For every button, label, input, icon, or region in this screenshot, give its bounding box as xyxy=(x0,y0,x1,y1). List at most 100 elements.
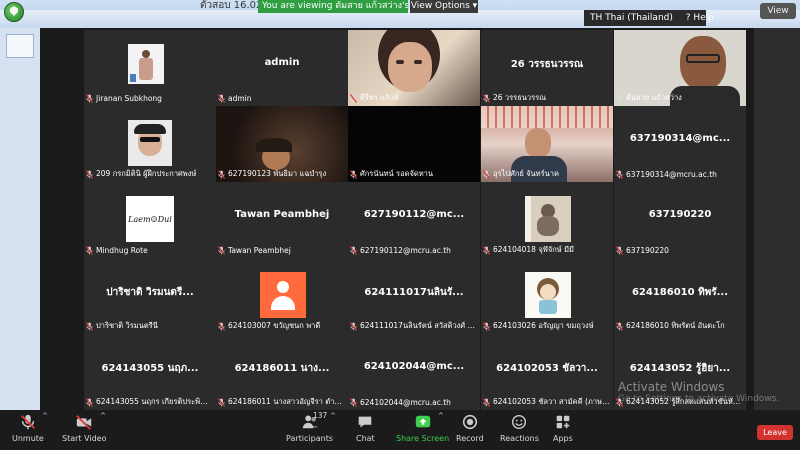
participant-name: 627190112@mcru.ac.th xyxy=(360,245,451,255)
participant-name-label: 209 กรกมิตินิ ผู้ฝึกประกาศพงษ์ xyxy=(86,168,196,180)
participant-tile[interactable]: 26 วรรธนวรรณ 26 วรรธนวรรณ xyxy=(481,30,613,106)
participant-tile[interactable]: 624143055 นฤภ... 624143055 นฤกร เกียรติปร… xyxy=(84,334,216,410)
mic-muted-icon xyxy=(218,397,225,407)
participant-name: ศิริพร แก้วห์ xyxy=(360,93,399,102)
mic-muted-icon xyxy=(350,169,357,179)
mic-muted-icon xyxy=(350,93,357,103)
view-button[interactable]: View xyxy=(760,3,796,19)
participant-name: ศักรนันทน์ รอดจัดทาน xyxy=(360,169,433,178)
reactions-button[interactable]: Reactions xyxy=(500,413,539,449)
mic-muted-icon xyxy=(86,169,93,179)
view-options-button[interactable]: View Options ▾ xyxy=(410,0,478,13)
activate-windows-subtitle: Go to Settings to activate Windows. xyxy=(618,394,780,404)
participant-name-label: 637190314@mcru.ac.th xyxy=(616,168,717,180)
chat-button[interactable]: Chat xyxy=(356,413,375,449)
participant-tile[interactable]: 627190112@mc... 627190112@mcru.ac.th xyxy=(348,182,480,258)
mic-muted-icon xyxy=(218,93,225,103)
mic-muted-icon xyxy=(218,245,225,255)
record-button[interactable]: Record xyxy=(456,413,484,449)
participant-tile[interactable]: Tawan Peambhej Tawan Peambhej xyxy=(216,182,348,258)
mic-muted-icon xyxy=(218,321,225,331)
share-options-caret-icon[interactable]: ^ xyxy=(438,412,444,420)
zoom-meeting-window: ตัวสอบ 16.02.64 - Mic You are viewing ดั… xyxy=(0,0,800,450)
participant-tile[interactable]: 624186011 นาง... 624186011 นางสาวอัญจีรา … xyxy=(216,334,348,410)
gallery-view: Jiranan Subkhong admin admin ศิริพร แก้วห์ 2… xyxy=(80,28,748,410)
participant-name-label: ปาริชาติ วิรมนตรีนี xyxy=(86,320,158,332)
mic-muted-icon xyxy=(483,397,490,407)
participant-tile[interactable]: 624111017นลินรั... 624111017นลินรัตน์ สวั… xyxy=(348,258,480,334)
participant-tile[interactable]: Jiranan Subkhong xyxy=(84,30,216,106)
language-bar[interactable]: TH Thai (Thailand) ? Help xyxy=(584,10,714,26)
help-label: Help xyxy=(693,13,714,23)
participant-tile[interactable]: 627190123 พันธิมา แฉบำรุง xyxy=(216,106,348,182)
apps-icon xyxy=(556,415,570,429)
participant-name-label: ศิริพร แก้วห์ xyxy=(350,92,399,104)
participant-tile[interactable]: อุรไปศักย์ จันทร์นาค xyxy=(481,106,613,182)
mic-muted-icon xyxy=(350,397,357,407)
participant-name: 624111017นลินรัตน์ สวัสดิวงศ์ ติดปะ xyxy=(360,321,478,330)
participant-tile[interactable]: 637190314@mc... 637190314@mcru.ac.th xyxy=(614,106,746,182)
help-icon: ? xyxy=(685,13,691,23)
participant-name: 624143055 นฤกร เกียรติประพิณ ค... xyxy=(96,397,214,406)
start-video-label: Start Video xyxy=(62,434,107,443)
video-off-icon xyxy=(76,415,92,430)
participant-display-name: 26 วรรธนวรรณ xyxy=(510,59,584,70)
mic-icon xyxy=(616,94,623,102)
participant-tile[interactable]: 624103026 อรัญญา ขมฤวงษ์ xyxy=(481,258,613,334)
mic-muted-icon xyxy=(350,245,357,255)
participant-tile[interactable]: 209 กรกมิตินิ ผู้ฝึกประกาศพงษ์ xyxy=(84,106,216,182)
participant-display-name: Tawan Peambhej xyxy=(234,209,330,220)
participant-name: Jiranan Subkhong xyxy=(96,93,162,103)
mic-muted-icon xyxy=(616,321,623,331)
reactions-icon xyxy=(512,414,527,430)
participant-display-name: 624186010 ทิพรั... xyxy=(631,287,729,298)
participant-name: 624186011 นางสาวอัญจีรา ตำหนัก xyxy=(228,397,346,406)
participant-tile[interactable]: ศิริพร แก้วห์ xyxy=(348,30,480,106)
participant-display-name: admin xyxy=(264,57,300,68)
participant-name-label: อุรไปศักย์ จันทร์นาค xyxy=(483,168,559,180)
participant-name-label: 624103026 อรัญญา ขมฤวงษ์ xyxy=(483,320,594,332)
mic-muted-icon xyxy=(86,245,93,255)
chat-icon xyxy=(359,416,372,428)
participant-name-label: Mindhug Rote xyxy=(86,244,148,256)
participant-tile[interactable]: 624102044@mc... 624102044@mcru.ac.th xyxy=(348,334,480,410)
participant-name: 627190123 พันธิมา แฉบำรุง xyxy=(228,169,327,178)
participant-display-name: 637190314@mc... xyxy=(629,133,731,144)
participant-name: 624103026 อรัญญา ขมฤวงษ์ xyxy=(493,321,594,330)
participant-tile[interactable]: 637190220 637190220 xyxy=(614,182,746,258)
participant-name-label: 26 วรรธนวรรณ xyxy=(483,92,546,104)
participant-tile[interactable]: Laem☺Dui Mindhug Rote xyxy=(84,182,216,258)
participant-tile[interactable]: ต้นสาย แก้วสว่าง xyxy=(614,30,746,106)
reactions-label: Reactions xyxy=(500,434,539,443)
participant-tile[interactable]: ศักรนันทน์ รอดจัดทาน xyxy=(348,106,480,182)
participant-name-label: 624102053 ชัลวา สามัคคี (ภาษาอังกฤษ) xyxy=(483,396,611,408)
participant-tile[interactable]: ปาริชาติ วิรมนตรี... ปาริชาติ วิรมนตรีนี xyxy=(84,258,216,334)
participant-display-name: ปาริชาติ วิรมนตรี... xyxy=(106,287,194,298)
mic-muted-icon xyxy=(483,245,490,255)
participant-name: 209 กรกมิตินิ ผู้ฝึกประกาศพงษ์ xyxy=(96,169,197,178)
participant-display-name: 627190112@mc... xyxy=(363,209,465,220)
screen-share-banner: You are viewing ดัมสาย แก้วสว่าง's scree… xyxy=(258,0,408,13)
participant-tile[interactable]: 624102053 ชัลวา... 624102053 ชัลวา สามัคค… xyxy=(481,334,613,410)
participant-display-name: 624102053 ชัลวา... xyxy=(496,363,598,374)
participant-tile[interactable]: 624186010 ทิพรั... 624186010 ทิพรัตน์ อัน… xyxy=(614,258,746,334)
participant-tile[interactable]: admin admin xyxy=(216,30,348,106)
participant-name-label: 624186010 ทิพรัตน์ อันตะโก xyxy=(616,320,725,332)
participant-tile[interactable]: 624103007 ขวัญชนก พาดี xyxy=(216,258,348,334)
participants-count: 137 xyxy=(313,411,328,420)
participant-name-label: Jiranan Subkhong xyxy=(86,92,162,104)
mic-muted-icon xyxy=(86,397,93,407)
participant-name-label: 627190123 พันธิมา แฉบำรุง xyxy=(218,168,326,180)
participant-name: 624186010 ทิพรัตน์ อันตะโก xyxy=(626,321,725,330)
activate-windows-title: Activate Windows xyxy=(618,380,725,394)
participant-tile[interactable]: 624104018 จุฬัจักษ์ มีมี xyxy=(481,182,613,258)
participant-name-label: admin xyxy=(218,92,252,104)
leave-button[interactable]: Leave xyxy=(757,425,793,440)
apps-button[interactable]: Apps xyxy=(553,413,573,449)
audio-options-caret-icon[interactable]: ^ xyxy=(42,412,48,420)
mic-muted-icon xyxy=(20,414,35,430)
video-options-caret-icon[interactable]: ^ xyxy=(100,412,106,420)
participants-caret-icon[interactable]: ^ xyxy=(330,412,336,420)
unmute-button[interactable]: Unmute xyxy=(12,413,44,449)
mic-muted-icon xyxy=(218,169,225,179)
